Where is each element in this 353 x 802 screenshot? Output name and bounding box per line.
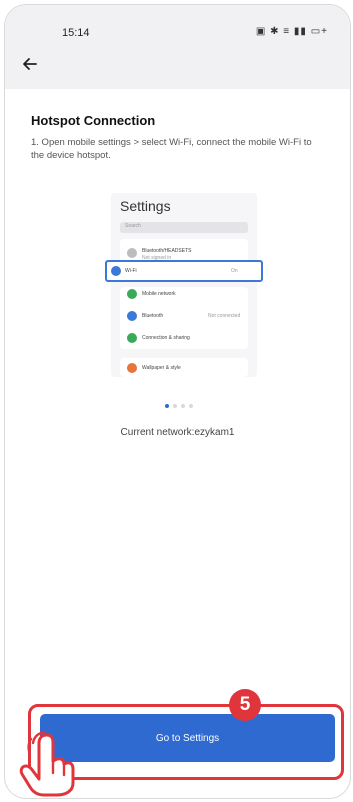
status-time: 15:14: [62, 27, 90, 39]
arrow-left-icon[interactable]: [19, 53, 41, 75]
page-dot-active: [165, 404, 169, 408]
illustration-row-label: Mobile network: [142, 291, 176, 297]
illustration-row-value: Not connected: [208, 313, 241, 319]
mobile-network-icon: [127, 289, 137, 299]
status-bar: 15:14 ▣ ✱ ≡ ▮▮ ▭+: [5, 23, 350, 43]
page-dot: [181, 404, 185, 408]
illustration-row-label: Bluetooth/HEADSETS: [142, 248, 192, 254]
illustration-search: Search: [120, 222, 248, 233]
illustration-wifi-row: Wi-Fi On: [105, 260, 263, 282]
illustration-row-label: Connection & sharing: [142, 335, 190, 341]
wifi-icon: [111, 266, 121, 276]
page-dot: [173, 404, 177, 408]
phone-frame: 15:14 ▣ ✱ ≡ ▮▮ ▭+ Hotspot Connection 1. …: [4, 4, 351, 799]
instruction-text: 1. Open mobile settings > select Wi-Fi, …: [31, 137, 312, 161]
page-indicator: [165, 395, 197, 408]
illustration-network-card: Mobile network Bluetooth Not connected C…: [120, 287, 248, 349]
wallpaper-icon: [127, 363, 137, 373]
go-to-settings-button[interactable]: Go to Settings: [40, 714, 335, 762]
illustration-title: Settings: [120, 198, 171, 214]
settings-illustration: Settings Search Bluetooth/HEADSETS Not s…: [105, 193, 263, 377]
status-icons: ▣ ✱ ≡ ▮▮ ▭+: [255, 26, 328, 37]
bluetooth-icon: [127, 311, 137, 321]
illustration-search-placeholder: Search: [125, 223, 141, 229]
page-dot: [189, 404, 193, 408]
page-title: Hotspot Connection: [31, 113, 156, 128]
tap-hand-icon: [17, 730, 79, 797]
step-number-badge: 5: [229, 689, 261, 721]
illustration-row-label: Wallpaper & style: [142, 365, 181, 371]
illustration-row-value: On: [231, 268, 238, 274]
sharing-icon: [127, 333, 137, 343]
top-bar: 15:14 ▣ ✱ ≡ ▮▮ ▭+: [5, 5, 350, 89]
current-network-text: Current network:ezykam1: [120, 427, 235, 438]
account-icon: [127, 248, 137, 258]
illustration-row-label: Wi-Fi: [125, 268, 137, 274]
illustration-wallpaper-card: Wallpaper & style: [120, 358, 248, 377]
illustration-row-label: Bluetooth: [142, 313, 164, 319]
